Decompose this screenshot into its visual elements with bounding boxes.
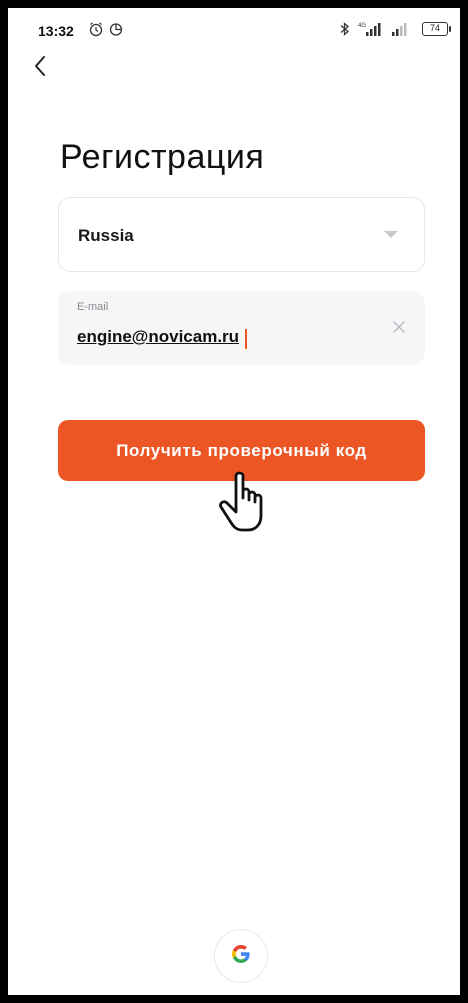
email-input[interactable] — [77, 325, 377, 349]
back-button[interactable] — [26, 54, 54, 82]
google-icon — [230, 943, 252, 970]
country-select[interactable]: Russia — [58, 197, 425, 272]
email-label: E-mail — [77, 301, 109, 313]
google-signin-button[interactable] — [214, 929, 268, 983]
clear-button[interactable] — [389, 319, 409, 339]
status-time: 13:32 — [38, 23, 74, 39]
registration-screen: 13:32 4G 74 Регистрация Russia E-mail en… — [8, 8, 460, 995]
page-title: Регистрация — [60, 138, 265, 176]
battery-icon: 74 — [422, 22, 451, 36]
clear-x-icon — [393, 320, 405, 338]
alarm-icon — [88, 21, 104, 42]
data-saver-icon — [108, 21, 124, 42]
dropdown-triangle-icon — [384, 231, 398, 238]
text-caret — [245, 329, 247, 349]
bluetooth-icon — [338, 21, 352, 42]
hand-pointer-icon — [216, 470, 276, 536]
email-field[interactable]: E-mail — [58, 291, 425, 365]
chevron-left-icon — [33, 55, 47, 82]
status-bar: 13:32 4G 74 — [8, 8, 460, 50]
signal-icon-2 — [390, 21, 416, 42]
svg-text:4G: 4G — [358, 23, 366, 29]
signal-icon-4g: 4G — [356, 21, 386, 42]
country-value: Russia — [78, 226, 134, 245]
